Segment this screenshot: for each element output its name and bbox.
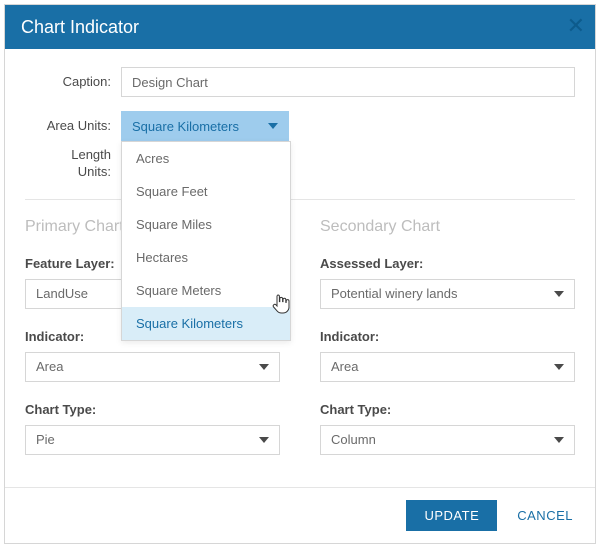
- area-units-option[interactable]: Square Meters: [122, 274, 290, 307]
- dialog-title: Chart Indicator: [21, 17, 139, 38]
- secondary-chart-type-select[interactable]: Column: [320, 425, 575, 455]
- secondary-indicator-value: Area: [331, 359, 358, 374]
- area-units-select[interactable]: Square Kilometers AcresSquare FeetSquare…: [121, 111, 289, 141]
- divider: [25, 199, 575, 200]
- assessed-layer-value: Potential winery lands: [331, 286, 457, 301]
- close-icon[interactable]: ✕: [567, 13, 585, 39]
- chart-indicator-dialog: Chart Indicator ✕ Caption: Area Units: S…: [4, 4, 596, 544]
- secondary-chart-type-label: Chart Type:: [320, 402, 575, 417]
- chevron-down-icon: [554, 291, 564, 297]
- area-units-dropdown: AcresSquare FeetSquare MilesHectaresSqua…: [121, 141, 291, 341]
- cancel-button[interactable]: CANCEL: [511, 500, 579, 531]
- chevron-down-icon: [554, 364, 564, 370]
- primary-chart-type-label: Chart Type:: [25, 402, 280, 417]
- dialog-footer: UPDATE CANCEL: [5, 487, 595, 543]
- caption-label: Caption:: [25, 74, 121, 91]
- chevron-down-icon: [268, 123, 278, 129]
- length-units-label: Length Units:: [25, 147, 121, 181]
- area-units-label: Area Units:: [25, 118, 121, 135]
- chevron-down-icon: [259, 437, 269, 443]
- area-units-option[interactable]: Square Kilometers: [122, 307, 290, 340]
- primary-indicator-select[interactable]: Area: [25, 352, 280, 382]
- primary-chart-type-select[interactable]: Pie: [25, 425, 280, 455]
- update-button[interactable]: UPDATE: [406, 500, 497, 531]
- primary-chart-type-value: Pie: [36, 432, 55, 447]
- chart-columns: Primary Chart Feature Layer: LandUse Ind…: [25, 218, 575, 475]
- area-units-option[interactable]: Acres: [122, 142, 290, 175]
- chevron-down-icon: [554, 437, 564, 443]
- area-units-row: Area Units: Square Kilometers AcresSquar…: [25, 111, 575, 141]
- area-units-option[interactable]: Square Miles: [122, 208, 290, 241]
- dialog-body: Caption: Area Units: Square Kilometers A…: [5, 49, 595, 485]
- caption-row: Caption:: [25, 67, 575, 97]
- secondary-chart-title: Secondary Chart: [320, 218, 575, 236]
- area-units-selected: Square Kilometers: [132, 119, 239, 134]
- length-units-row: Length Units:: [25, 147, 575, 181]
- secondary-chart-column: Secondary Chart Assessed Layer: Potentia…: [320, 218, 575, 475]
- feature-layer-value: LandUse: [36, 286, 88, 301]
- secondary-chart-type-value: Column: [331, 432, 376, 447]
- caption-input[interactable]: [121, 67, 575, 97]
- area-units-option[interactable]: Square Feet: [122, 175, 290, 208]
- dialog-header: Chart Indicator ✕: [5, 5, 595, 49]
- area-units-option[interactable]: Hectares: [122, 241, 290, 274]
- assessed-layer-label: Assessed Layer:: [320, 256, 575, 271]
- secondary-indicator-select[interactable]: Area: [320, 352, 575, 382]
- assessed-layer-select[interactable]: Potential winery lands: [320, 279, 575, 309]
- secondary-indicator-label: Indicator:: [320, 329, 575, 344]
- primary-indicator-value: Area: [36, 359, 63, 374]
- chevron-down-icon: [259, 364, 269, 370]
